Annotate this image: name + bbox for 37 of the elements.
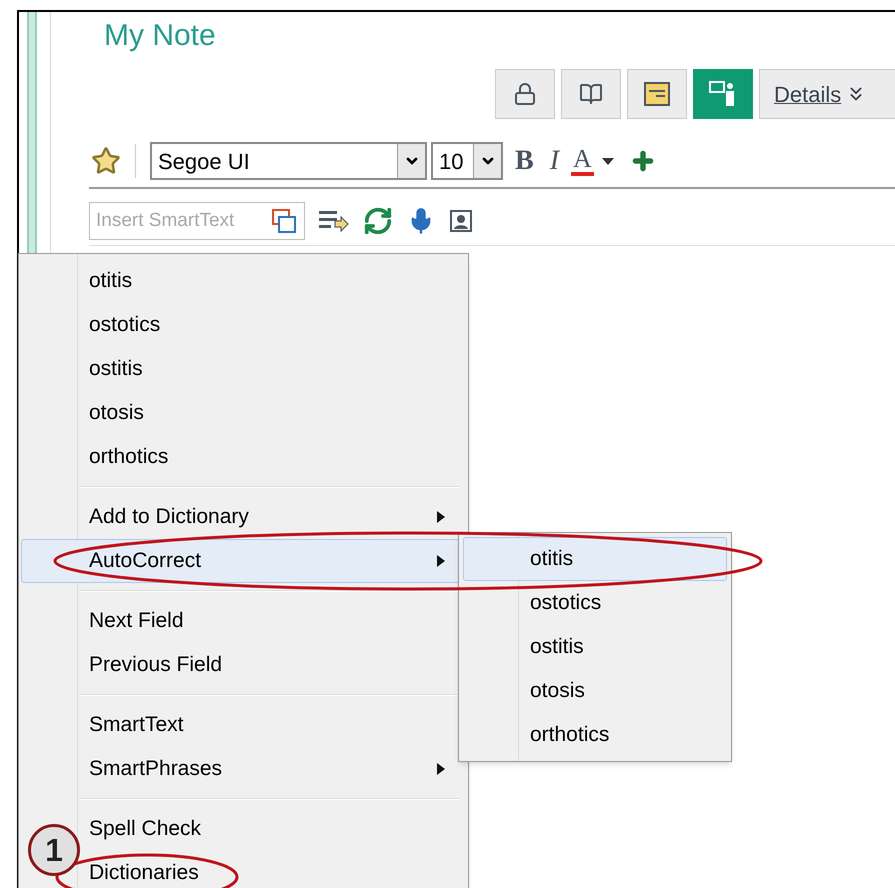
note-icon bbox=[644, 82, 670, 106]
star-icon bbox=[91, 146, 121, 176]
caret-icon bbox=[602, 158, 614, 164]
menu-item[interactable]: ostotics bbox=[81, 303, 466, 347]
font-select[interactable]: Segoe UI bbox=[150, 142, 427, 180]
presenter-button[interactable] bbox=[693, 69, 753, 119]
details-button[interactable]: Details bbox=[759, 69, 895, 119]
note-button[interactable] bbox=[627, 69, 687, 119]
submenu-item[interactable]: orthotics bbox=[463, 713, 727, 757]
menu-item[interactable]: Dictionaries bbox=[81, 851, 466, 888]
submenu-item[interactable]: ostitis bbox=[463, 625, 727, 669]
window-icon[interactable] bbox=[271, 208, 297, 234]
presenter-icon bbox=[709, 80, 737, 108]
insert-list-icon bbox=[319, 209, 349, 233]
portrait-icon[interactable] bbox=[449, 209, 473, 233]
italic-button[interactable]: I bbox=[546, 140, 564, 182]
menu-item[interactable]: ostitis bbox=[81, 347, 466, 391]
refresh-icon[interactable] bbox=[363, 206, 393, 236]
menu-item[interactable]: orthotics bbox=[81, 435, 466, 479]
size-select[interactable]: 10 bbox=[431, 142, 503, 180]
submenu-item[interactable]: otitis bbox=[463, 537, 727, 581]
submenu-item[interactable]: otosis bbox=[463, 669, 727, 713]
book-button[interactable] bbox=[561, 69, 621, 119]
add-icon[interactable] bbox=[630, 148, 656, 174]
menu-item[interactable]: otosis bbox=[81, 391, 466, 435]
bold-button[interactable]: B bbox=[511, 140, 538, 182]
menu-item[interactable]: Add to Dictionary bbox=[81, 495, 466, 539]
smarttext-field[interactable]: Insert SmartText bbox=[89, 202, 305, 240]
menu-item[interactable]: otitis bbox=[81, 259, 466, 303]
book-icon bbox=[579, 82, 603, 106]
text-color-button[interactable]: A bbox=[571, 146, 594, 176]
lock-button[interactable] bbox=[495, 69, 555, 119]
menu-item[interactable]: Spell Check bbox=[81, 807, 466, 851]
lock-icon bbox=[513, 82, 537, 106]
submenu-item[interactable]: ostotics bbox=[463, 581, 727, 625]
menu-item[interactable]: SmartPhrases bbox=[81, 747, 466, 791]
note-title: My Note bbox=[104, 18, 217, 54]
